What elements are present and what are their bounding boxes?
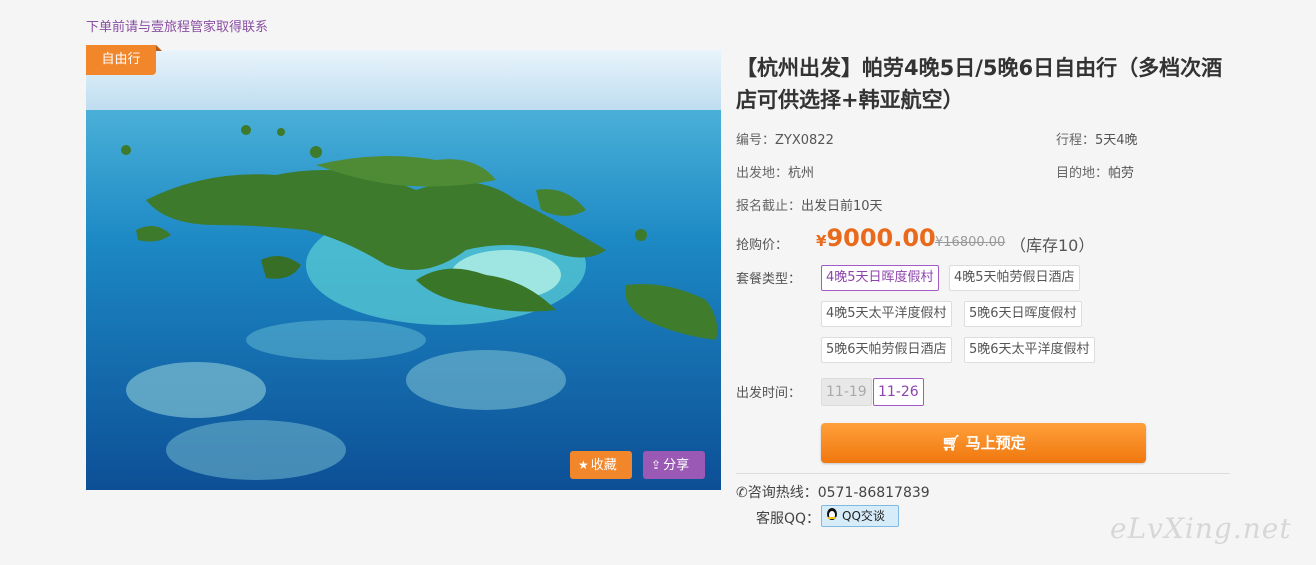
cart-icon: 🛒︎ <box>941 434 961 452</box>
favorite-label: 收藏 <box>590 458 617 473</box>
departure-label: 出发地： <box>736 166 789 181</box>
site-watermark: eLvXing.net <box>1110 512 1292 545</box>
product-title: 【杭州出发】帕劳4晚5日/5晚6日自由行（多档次酒店可供选择+韩亚航空） <box>736 56 1223 112</box>
code-value: ZYX0822 <box>775 133 834 148</box>
qq-penguin-icon <box>826 506 840 526</box>
destination-label: 目的地： <box>1056 166 1109 181</box>
currency-symbol: ¥ <box>816 232 827 250</box>
package-option[interactable]: 5晚6天太平洋度假村 <box>964 337 1095 363</box>
book-now-button[interactable]: 🛒︎ 马上预定 <box>821 423 1146 463</box>
product-itinerary: 行程：5天4晚 <box>1056 129 1138 148</box>
product-deadline: 报名截止：出发日前10天 <box>736 195 883 214</box>
package-option[interactable]: 5晚6天帕劳假日酒店 <box>821 337 952 363</box>
island-aerial-image <box>86 50 721 490</box>
stock-count: （库存10） <box>1010 236 1095 255</box>
share-icon: ⇪ <box>651 458 662 472</box>
booking-notice: 下单前请与壹旅程管家取得联系 <box>86 20 269 35</box>
date-option-disabled: 11-19 <box>821 378 872 406</box>
share-button[interactable]: ⇪ 分享 <box>643 451 705 479</box>
package-label: 套餐类型： <box>736 272 802 287</box>
free-travel-tag: 自由行 <box>86 45 162 75</box>
hotline: ✆咨询热线：0571-86817839 <box>736 482 930 502</box>
price-label: 抢购价： <box>736 238 789 253</box>
itinerary-label: 行程： <box>1056 133 1096 148</box>
star-icon: ★ <box>578 458 589 472</box>
hotline-label: 咨询热线： <box>747 485 818 501</box>
price-amount: 9000.00 <box>826 224 936 252</box>
product-code: 编号：ZYX0822 <box>736 129 834 148</box>
divider <box>736 473 1230 474</box>
itinerary-value: 5天4晚 <box>1095 133 1138 148</box>
deadline-value: 出发日前10天 <box>801 199 883 214</box>
package-option[interactable]: 5晚6天日晖度假村 <box>964 301 1082 327</box>
favorite-button[interactable]: ★ 收藏 <box>570 451 632 479</box>
date-option[interactable]: 11-26 <box>873 378 924 406</box>
product-destination: 目的地：帕劳 <box>1056 162 1134 181</box>
sale-price: ¥9000.00 <box>816 224 936 252</box>
departure-date-label: 出发时间： <box>736 386 802 401</box>
package-option[interactable]: 4晚5天日晖度假村 <box>821 265 939 291</box>
qq-chat-button[interactable]: QQ交谈 <box>821 505 899 527</box>
phone-icon: ✆ <box>736 485 748 501</box>
destination-value: 帕劳 <box>1108 166 1135 181</box>
book-now-label: 马上预定 <box>965 434 1026 452</box>
product-photo <box>86 50 721 490</box>
code-label: 编号： <box>736 133 776 148</box>
share-label: 分享 <box>663 458 690 473</box>
deadline-label: 报名截止： <box>736 199 802 214</box>
hotline-number: 0571-86817839 <box>817 485 930 501</box>
package-option[interactable]: 4晚5天帕劳假日酒店 <box>949 265 1080 291</box>
original-price: ¥16800.00 <box>935 235 1006 250</box>
qq-label: 客服QQ： <box>756 511 821 527</box>
product-departure: 出发地：杭州 <box>736 162 814 181</box>
departure-value: 杭州 <box>788 166 815 181</box>
package-option[interactable]: 4晚5天太平洋度假村 <box>821 301 952 327</box>
qq-chat-label: QQ交谈 <box>842 509 885 523</box>
